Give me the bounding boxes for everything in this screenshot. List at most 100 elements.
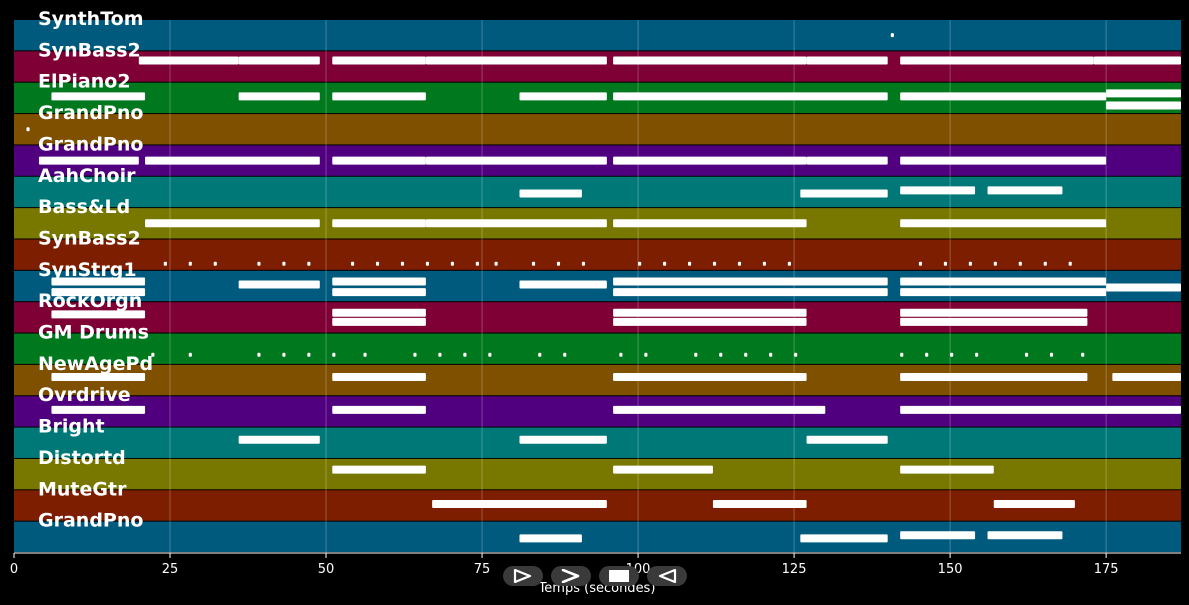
note <box>613 405 826 414</box>
note <box>488 352 492 357</box>
note <box>238 280 320 289</box>
track-label: GrandPno <box>38 102 143 124</box>
note <box>1043 261 1047 266</box>
play-icon <box>513 569 532 583</box>
stop-button[interactable] <box>599 566 639 586</box>
note <box>425 56 607 65</box>
track-lane <box>14 458 1181 490</box>
note <box>145 156 320 165</box>
forward-button[interactable] <box>551 566 591 586</box>
note <box>1049 352 1054 357</box>
note <box>900 405 1181 414</box>
note <box>993 499 1075 508</box>
note <box>332 219 426 228</box>
note <box>188 352 192 357</box>
note <box>332 373 426 382</box>
x-tick-label: 25 <box>162 562 179 577</box>
x-tick-label: 0 <box>10 562 18 577</box>
note <box>712 261 717 266</box>
track-label: Bass&Ld <box>38 196 130 218</box>
piano-roll-chart: SynthTom SynBass2 ElPiano2 GrandPno GrandPno… <box>10 8 1181 596</box>
note <box>613 317 807 326</box>
track-label: GM Drums <box>38 322 149 344</box>
note <box>332 308 426 317</box>
note <box>51 92 146 101</box>
note <box>425 219 607 228</box>
note <box>450 261 454 266</box>
note <box>613 56 807 65</box>
track-label: SynStrg1 <box>38 259 137 281</box>
note <box>806 156 888 165</box>
note <box>900 465 994 474</box>
note <box>400 261 405 266</box>
track-label: SynthTom <box>38 8 144 30</box>
note <box>413 352 417 357</box>
note <box>687 261 692 266</box>
x-tick-label: 50 <box>318 562 335 577</box>
note <box>307 352 311 357</box>
note <box>918 261 923 266</box>
note <box>900 288 1107 297</box>
note <box>613 373 807 382</box>
note <box>332 288 426 297</box>
note <box>238 435 320 444</box>
rewind-icon <box>658 569 677 583</box>
note <box>950 352 954 357</box>
note <box>1106 89 1181 98</box>
rewind-button[interactable] <box>647 566 687 586</box>
track-label: SynBass2 <box>38 39 141 61</box>
note <box>800 534 888 543</box>
note <box>806 56 888 65</box>
note <box>238 56 320 65</box>
note <box>613 219 807 228</box>
note <box>163 261 167 266</box>
note <box>438 352 442 357</box>
note <box>900 352 904 357</box>
note <box>900 186 976 195</box>
track-label: Distortd <box>38 447 126 469</box>
note <box>613 156 807 165</box>
note <box>494 261 498 266</box>
x-tick-label: 75 <box>474 562 491 577</box>
track-lane <box>14 114 1181 145</box>
note <box>307 261 311 266</box>
play-button[interactable] <box>503 566 543 586</box>
note <box>350 261 355 266</box>
note <box>787 261 791 266</box>
note <box>900 531 976 540</box>
note <box>213 261 217 266</box>
track-label: SynBass2 <box>38 227 141 249</box>
note <box>188 261 192 266</box>
track-lane <box>14 20 1181 51</box>
track-label: NewAgePd <box>38 353 153 375</box>
note <box>332 277 426 286</box>
track-label: AahChoir <box>38 165 136 187</box>
note <box>769 352 773 357</box>
note <box>900 92 1107 101</box>
note <box>332 352 336 357</box>
note <box>51 405 146 414</box>
track-label: ElPiano2 <box>38 71 131 93</box>
note <box>993 261 997 266</box>
note <box>563 352 567 357</box>
note <box>332 465 426 474</box>
track-lane <box>14 333 1181 364</box>
note <box>257 352 261 357</box>
note <box>425 261 430 266</box>
note <box>332 317 426 326</box>
note <box>900 156 1107 165</box>
note <box>26 127 30 132</box>
note <box>145 219 320 228</box>
note <box>475 261 479 266</box>
note <box>613 288 888 297</box>
note <box>975 352 979 357</box>
note <box>519 92 607 101</box>
note <box>1068 261 1072 266</box>
note <box>332 92 426 101</box>
note <box>1106 101 1181 110</box>
note <box>900 277 1107 286</box>
x-tick-label: 175 <box>1094 562 1119 577</box>
note <box>943 261 947 266</box>
track-label: RockOrgn <box>38 290 142 312</box>
note <box>519 534 582 543</box>
